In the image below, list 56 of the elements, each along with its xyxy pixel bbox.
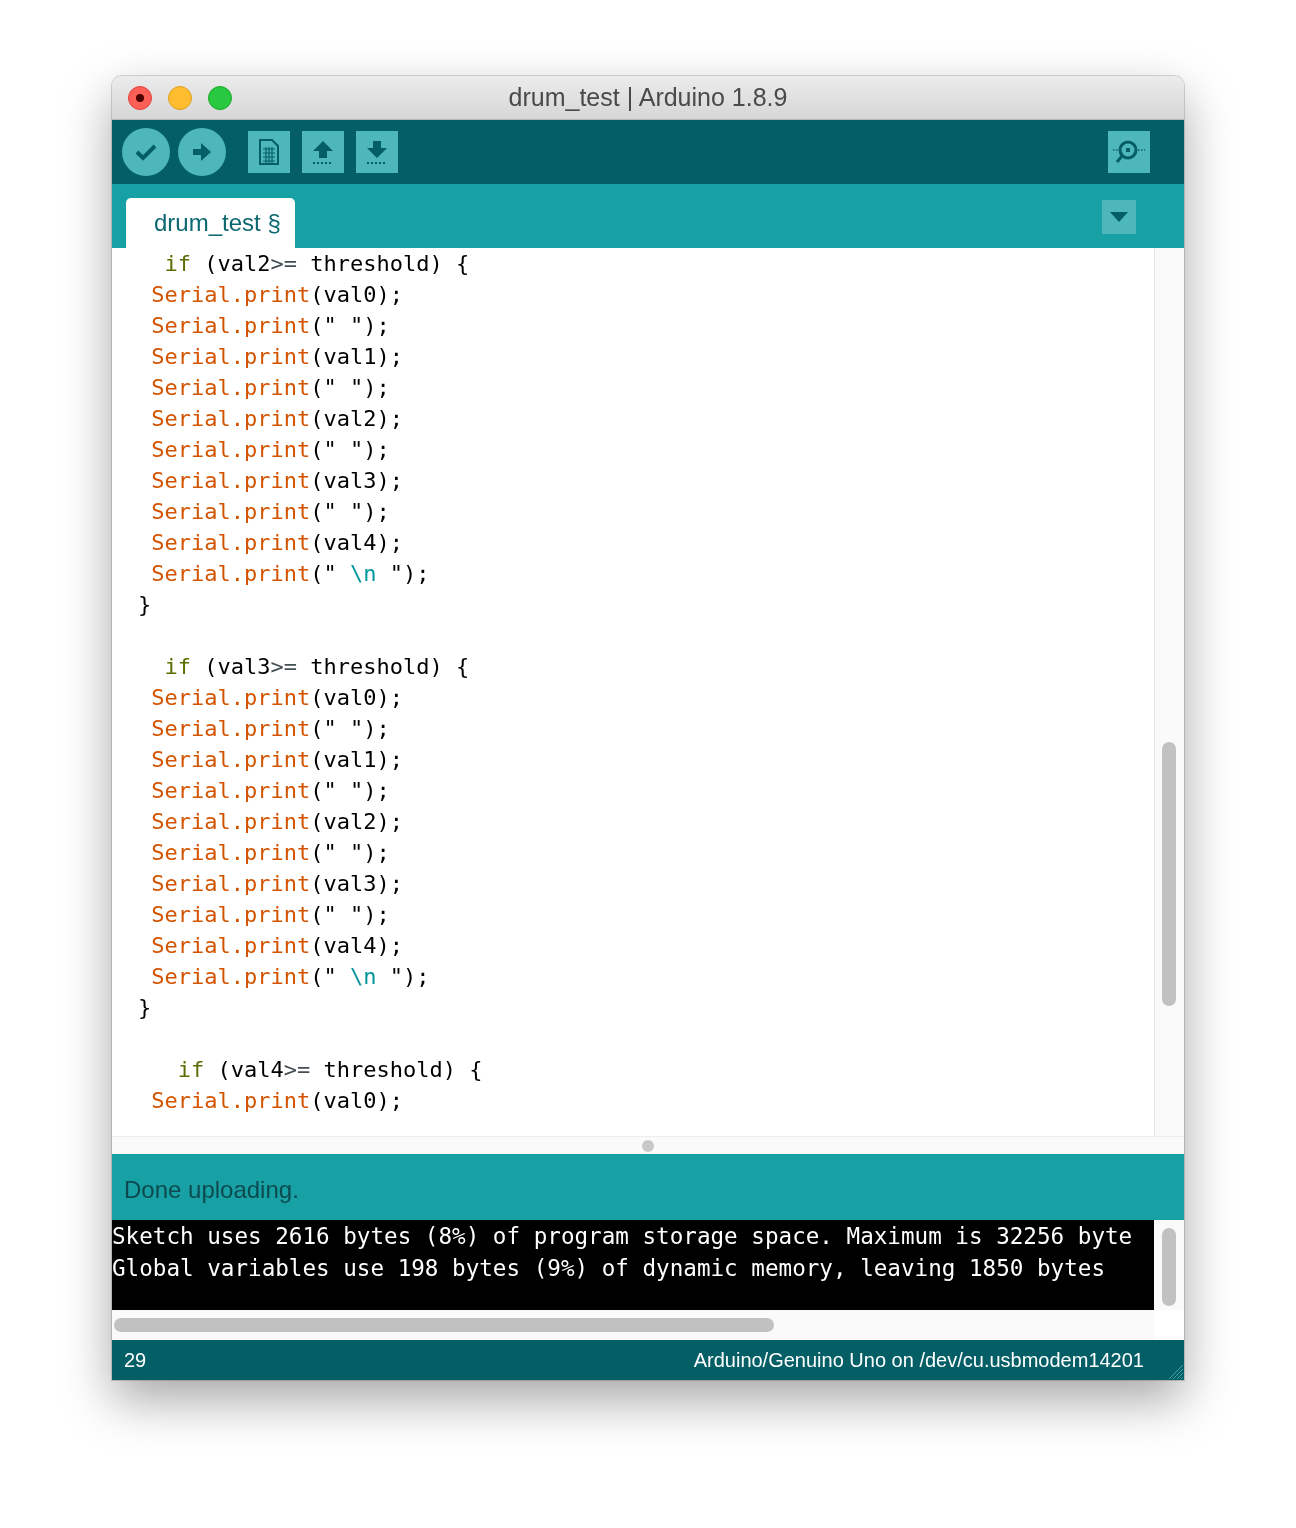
code-line: Serial.print(" "); <box>150 436 391 464</box>
code-line: Serial.print(" "); <box>150 777 391 805</box>
splitter-handle[interactable] <box>642 1139 654 1152</box>
up-arrow-icon <box>310 139 336 165</box>
scrollbar-thumb[interactable] <box>114 1318 774 1332</box>
horizontal-scrollbar[interactable] <box>112 1310 1154 1340</box>
code-line: Serial.print(val2); <box>150 808 404 836</box>
line-number: 29 <box>124 1348 148 1372</box>
sketch-tab[interactable]: drum_test § <box>126 198 295 248</box>
code-line: Serial.print(val4); <box>150 932 404 960</box>
code-line: Serial.print(val0); <box>150 1087 404 1115</box>
code-line: Serial.print(" "); <box>150 901 391 929</box>
serial-monitor-button[interactable] <box>1108 131 1150 173</box>
code-line: Serial.print(val3); <box>150 870 404 898</box>
code-line: Serial.print(val3); <box>150 467 404 495</box>
code-line: Serial.print(val1); <box>150 746 404 774</box>
code-line: if (val4>= threshold) { <box>176 1056 484 1084</box>
code-line: Serial.print(val4); <box>150 529 404 557</box>
magnifier-icon <box>1112 138 1146 166</box>
verify-button[interactable] <box>122 128 170 176</box>
tab-menu-button[interactable] <box>1102 200 1136 234</box>
code-line: Serial.print(val2); <box>150 405 404 433</box>
code-line: Serial.print(val0); <box>150 281 404 309</box>
scrollbar-thumb[interactable] <box>1162 1228 1176 1306</box>
code-line: Serial.print(val0); <box>150 684 404 712</box>
code-line: if (val2>= threshold) { <box>163 250 471 278</box>
close-button[interactable] <box>128 86 152 110</box>
status-message: Done uploading. <box>124 1176 299 1204</box>
save-button[interactable] <box>356 131 398 173</box>
code-line: } <box>138 591 153 619</box>
code-line: Serial.print(" \n "); <box>150 560 431 588</box>
new-button[interactable] <box>248 131 290 173</box>
scrollbar-thumb[interactable] <box>1162 742 1176 1006</box>
caret-icon <box>1110 212 1128 222</box>
code-line: Serial.print(" \n "); <box>150 963 431 991</box>
minimize-button[interactable] <box>168 86 192 110</box>
code-line: } <box>138 994 153 1022</box>
code-line: Serial.print(" "); <box>150 312 391 340</box>
board-port: Arduino/Genuino Uno on /dev/cu.usbmodem14201 <box>693 1348 1144 1372</box>
code-line: Serial.print(" "); <box>150 839 391 867</box>
code-line: Serial.print(" "); <box>150 498 391 526</box>
window-title: drum_test | Arduino 1.8.9 <box>508 83 788 112</box>
editor-scrollbar[interactable] <box>1154 248 1184 1136</box>
open-button[interactable] <box>302 131 344 173</box>
console-scrollbar[interactable] <box>1154 1220 1184 1310</box>
code-line: Serial.print(" "); <box>150 715 391 743</box>
console-line: Global variables use 198 bytes (9%) of dynamic memory, leaving 1850 bytes <box>112 1254 1106 1283</box>
down-arrow-icon <box>364 139 390 165</box>
code-line: if (val3>= threshold) { <box>163 653 471 681</box>
resize-grip-icon[interactable] <box>1169 1365 1183 1379</box>
console-line: Sketch uses 2616 bytes (8%) of program storage space. Maximum is 32256 byte <box>112 1222 1134 1251</box>
document-icon <box>258 139 280 165</box>
upload-button[interactable] <box>178 128 226 176</box>
code-line: Serial.print(" "); <box>150 374 391 402</box>
zoom-button[interactable] <box>208 86 232 110</box>
code-line: Serial.print(val1); <box>150 343 404 371</box>
